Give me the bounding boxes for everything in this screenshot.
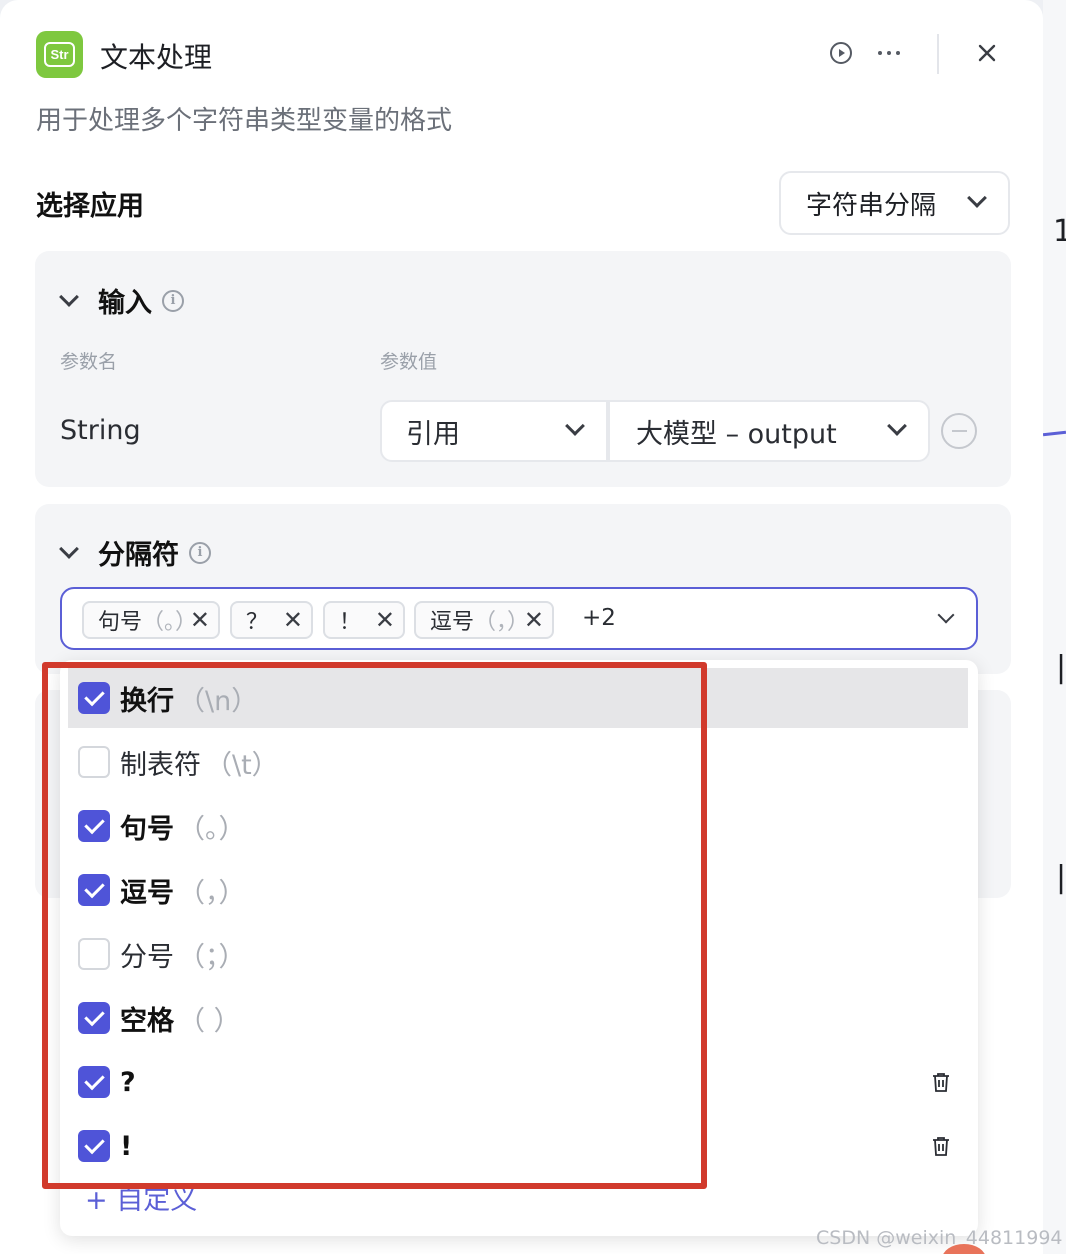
checkbox[interactable]	[78, 1130, 110, 1162]
reference-value-select[interactable]: 大模型 – output	[608, 400, 930, 462]
app-select-value: 字符串分隔	[806, 190, 937, 221]
info-icon[interactable]: i	[189, 541, 211, 564]
play-circle-icon[interactable]	[826, 38, 856, 68]
param-name-column-label: 参数名	[60, 351, 118, 373]
panel-title: 文本处理	[100, 41, 213, 74]
canvas-node-fragment: |	[1056, 650, 1066, 685]
add-custom-separator-button[interactable]: + 自定义	[85, 1178, 197, 1217]
checkbox[interactable]	[78, 1002, 110, 1034]
text-processing-app-icon: Str	[36, 31, 83, 78]
chevron-down-icon	[565, 416, 585, 436]
separator-section-header[interactable]: 分隔符 i	[59, 533, 211, 572]
remove-param-icon[interactable]	[941, 413, 977, 449]
watermark: CSDN @weixin_44811994	[816, 1227, 1063, 1249]
option-exclamation-mark[interactable]: !	[68, 1116, 968, 1176]
header-divider	[937, 34, 939, 74]
remove-tag-icon[interactable]: ✕	[375, 606, 395, 634]
chevron-down-icon	[59, 286, 79, 307]
option-period[interactable]: 句号 （。）	[68, 796, 968, 856]
chevron-down-icon	[59, 538, 79, 559]
more-tags-count: +2	[582, 605, 616, 631]
option-space[interactable]: 空格（ ）	[68, 988, 968, 1048]
input-section-title: 输入	[98, 288, 152, 319]
canvas-node-fragment: 1	[1053, 214, 1066, 249]
chevron-down-icon	[967, 188, 987, 208]
trash-icon[interactable]	[932, 1136, 950, 1156]
remove-tag-icon[interactable]: ✕	[190, 606, 210, 634]
remove-tag-icon[interactable]: ✕	[524, 606, 544, 634]
option-tab[interactable]: 制表符 （\t）	[68, 732, 968, 792]
checkbox[interactable]	[78, 874, 110, 906]
reference-value: 大模型 – output	[636, 418, 837, 450]
checkbox[interactable]	[78, 938, 110, 970]
checkbox[interactable]	[78, 810, 110, 842]
checkbox[interactable]	[78, 746, 110, 778]
info-icon[interactable]: i	[162, 289, 184, 312]
input-section-header[interactable]: 输入 i	[59, 281, 184, 320]
remove-tag-icon[interactable]: ✕	[283, 606, 303, 634]
app-select-dropdown[interactable]: 字符串分隔	[779, 171, 1010, 235]
close-icon[interactable]	[972, 38, 1002, 68]
option-question-mark[interactable]: ?	[68, 1052, 968, 1112]
separator-multiselect[interactable]: 句号 （。） ✕ ？ ✕ ！ ✕ 逗号 （，） ✕ +2	[60, 587, 978, 650]
option-comma[interactable]: 逗号 （，）	[68, 860, 968, 920]
chevron-down-icon[interactable]	[937, 606, 955, 624]
trash-icon[interactable]	[932, 1072, 950, 1092]
separator-section-title: 分隔符	[98, 540, 179, 571]
reference-type-select[interactable]: 引用	[380, 400, 608, 462]
param-value-column-label: 参数值	[380, 351, 438, 373]
param-name: String	[60, 415, 141, 446]
option-newline[interactable]: 换行 （\n）	[68, 668, 968, 728]
checkbox[interactable]	[78, 1066, 110, 1098]
separator-options-dropdown: 换行 （\n） 制表符 （\t） 句号 （。） 逗号 （，） 分号 （；） 空格（ ） ?	[60, 660, 978, 1236]
select-app-label: 选择应用	[36, 191, 144, 222]
node-config-panel: Str 文本处理 用于处理多个字符串类型变量的格式 选择应用 字符串分隔 输入 …	[0, 0, 1043, 1254]
checkbox[interactable]	[78, 682, 110, 714]
canvas-node-fragment: |	[1056, 860, 1066, 895]
panel-description: 用于处理多个字符串类型变量的格式	[36, 106, 453, 136]
ellipsis-icon[interactable]	[874, 38, 904, 68]
separator-tag: 逗号 （，） ✕	[414, 601, 554, 639]
reference-type-value: 引用	[406, 418, 460, 450]
chevron-down-icon	[887, 416, 907, 436]
separator-tag: ？ ✕	[230, 601, 313, 639]
separator-tag: 句号 （。） ✕	[82, 601, 220, 639]
option-semicolon[interactable]: 分号 （；）	[68, 924, 968, 984]
separator-tag: ！ ✕	[323, 601, 405, 639]
background-canvas	[1043, 0, 1066, 1254]
